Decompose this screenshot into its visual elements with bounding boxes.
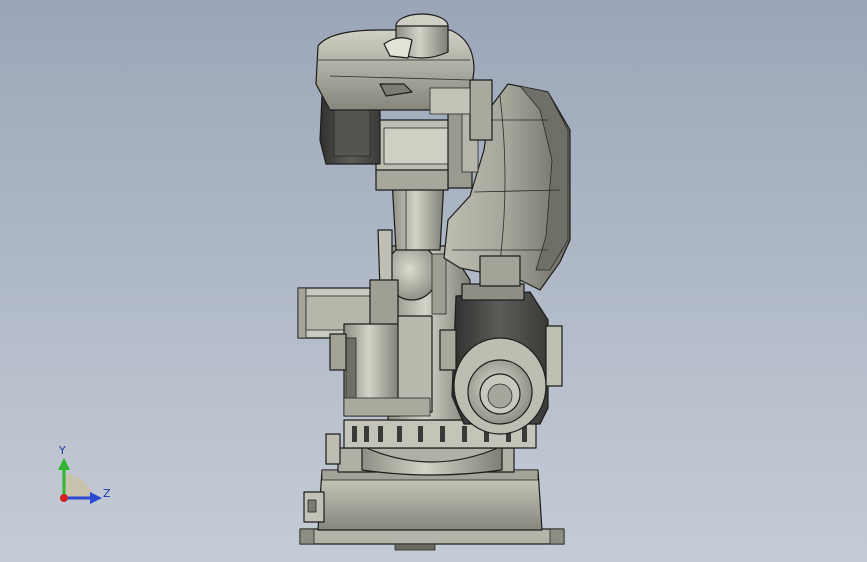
x-axis-indicator	[60, 494, 68, 502]
graphics-viewport[interactable]: Y Z	[0, 0, 867, 562]
z-axis-label: Z	[103, 487, 111, 500]
y-axis-label: Y	[58, 444, 66, 457]
z-axis-arrowhead	[90, 492, 102, 504]
orientation-triad: Y Z	[58, 444, 111, 504]
y-axis-arrowhead	[58, 458, 70, 470]
triad-plane-quadrant	[64, 473, 94, 498]
